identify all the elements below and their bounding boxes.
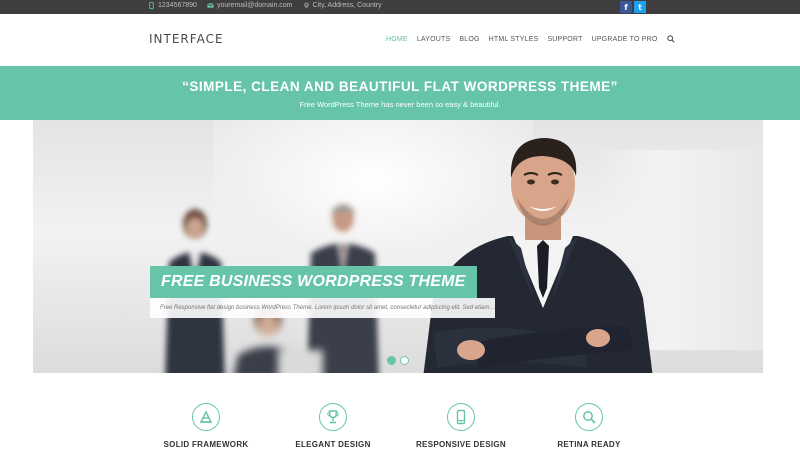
feature-label: RETINA READY (557, 440, 621, 449)
framework-icon (192, 403, 220, 431)
phone-info: 1234567890 (148, 2, 197, 9)
nav-item-html-styles[interactable]: HTML STYLES (489, 36, 539, 43)
feature-retina-ready: RETINA READY (519, 403, 659, 449)
phone-icon (149, 2, 154, 9)
main-nav: HOME LAYOUTS BLOG HTML STYLES SUPPORT UP… (386, 35, 675, 43)
search-icon[interactable] (666, 35, 675, 43)
slider-pagination (387, 356, 409, 365)
email-info[interactable]: youremail@domain.com (207, 2, 293, 9)
hero-slider[interactable]: FREE BUSINESS WORDPRESS THEME Free Respo… (33, 120, 763, 373)
envelope-icon (207, 3, 214, 8)
banner-title: “SIMPLE, CLEAN AND BEAUTIFUL FLAT WORDPR… (182, 79, 618, 94)
slider-dot-2[interactable] (400, 356, 409, 365)
features-section: SOLID FRAMEWORK ELEGANT DESIGN RESPONSIV… (0, 373, 800, 450)
feature-solid-framework: SOLID FRAMEWORK (136, 403, 276, 449)
site-header: INTERFACE HOME LAYOUTS BLOG HTML STYLES … (0, 14, 800, 66)
magnifier-icon (575, 403, 603, 431)
nav-item-blog[interactable]: BLOG (459, 36, 479, 43)
banner-subtitle: Free WordPress Theme has never been so e… (299, 100, 501, 109)
phone-text: 1234567890 (158, 2, 197, 9)
twitter-icon[interactable]: t (634, 1, 646, 13)
contact-info: 1234567890 youremail@domain.com City, Ad… (148, 2, 382, 9)
feature-responsive-design: RESPONSIVE DESIGN (391, 403, 531, 449)
slide-caption-title: FREE BUSINESS WORDPRESS THEME (150, 266, 477, 298)
social-links: f t (620, 0, 646, 13)
nav-item-layouts[interactable]: LAYOUTS (417, 36, 451, 43)
trophy-icon (319, 403, 347, 431)
tagline-banner: “SIMPLE, CLEAN AND BEAUTIFUL FLAT WORDPR… (0, 66, 800, 120)
nav-item-upgrade-to-pro[interactable]: UPGRADE TO PRO (592, 36, 658, 43)
email-text[interactable]: youremail@domain.com (217, 2, 293, 9)
feature-elegant-design: ELEGANT DESIGN (263, 403, 403, 449)
nav-item-home[interactable]: HOME (386, 36, 408, 43)
feature-label: RESPONSIVE DESIGN (415, 440, 506, 449)
slider-dot-1[interactable] (387, 356, 396, 365)
location-pin-icon (303, 2, 309, 9)
site-logo[interactable]: INTERFACE (149, 32, 224, 46)
top-bar: 1234567890 youremail@domain.com City, Ad… (0, 0, 800, 14)
address-info: City, Address, Country (303, 2, 382, 9)
mobile-icon (447, 403, 475, 431)
address-text: City, Address, Country (312, 2, 382, 9)
slide-caption-text: Free Responsive flat design business Wor… (150, 298, 495, 318)
facebook-icon[interactable]: f (620, 1, 632, 13)
feature-label: ELEGANT DESIGN (295, 440, 371, 449)
nav-item-support[interactable]: SUPPORT (547, 36, 582, 43)
hero-businessman-image (423, 138, 653, 373)
feature-label: SOLID FRAMEWORK (163, 440, 249, 449)
